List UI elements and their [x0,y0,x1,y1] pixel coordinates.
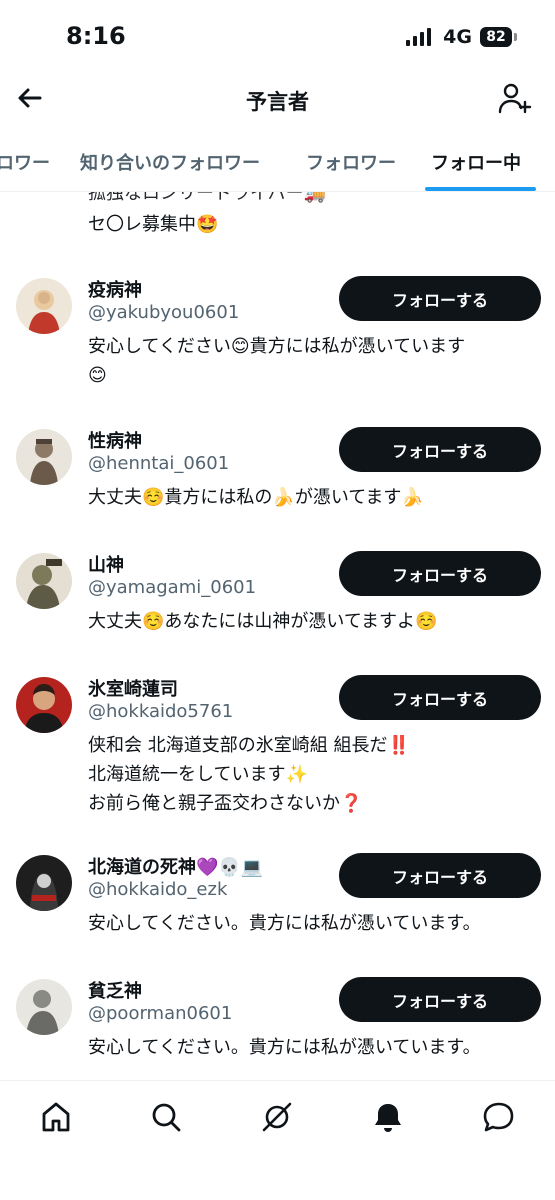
status-bar: 8:16 4G 82 [0,0,555,70]
user-bio: 安心してください😊貴方には私が憑いています 😊 [88,336,466,386]
man-portrait-avatar [16,677,72,733]
user-handle: @poorman0601 [88,1003,233,1024]
reaper-avatar [16,855,72,911]
avatar[interactable] [16,429,72,485]
header: 予言者 [0,70,555,128]
search-icon[interactable] [148,1099,184,1135]
following-list: 孤独なロンリードライバー🚚 セ〇レ募集中🤩 疫病神 @yakubyou0601 … [0,192,555,1080]
user-handle: @hokkaido5761 [88,701,234,722]
mountain-god-avatar [16,553,72,609]
avatar[interactable] [16,979,72,1035]
avatar[interactable] [16,855,72,911]
grok-icon[interactable] [259,1099,295,1135]
partial-bio: 孤独なロンリードライバー🚚 セ〇レ募集中🤩 [88,192,327,235]
user-handle: @hokkaido_ezk [88,879,228,900]
notifications-icon[interactable] [370,1099,406,1135]
user-name: 疫病神 [88,280,142,301]
battery-level: 82 [480,27,512,47]
active-tab-indicator [425,187,536,191]
tab-mutual-followers[interactable]: 知り合いのフォロワー [80,149,260,175]
bottom-nav [0,1080,555,1200]
user-handle: @yakubyou0601 [88,302,240,323]
tab-followers[interactable]: フォロワー [306,149,396,175]
user-name: 北海道の死神💜💀💻 [88,857,264,878]
tab-following[interactable]: フォロー中 [431,149,521,175]
statue-avatar [16,429,72,485]
add-user-button[interactable] [497,80,533,116]
follow-button[interactable]: フォローする [339,276,541,321]
avatar[interactable] [16,677,72,733]
avatar[interactable] [16,278,72,334]
battery-icon: 82 [480,27,517,47]
user-handle: @henntai_0601 [88,453,230,474]
messages-icon[interactable] [481,1099,517,1135]
user-name: 氷室崎蓮司 [88,679,178,700]
poverty-god-avatar [16,979,72,1035]
tab-bar: ロワー 知り合いのフォロワー フォロワー フォロー中 [0,130,555,192]
follow-button[interactable]: フォローする [339,551,541,596]
follow-button[interactable]: フォローする [339,427,541,472]
add-user-icon [498,83,532,114]
user-name: 貧乏神 [88,981,142,1002]
user-bio: 大丈夫☺️貴方には私の🍌が憑いてます🍌 [88,487,424,508]
user-name: 性病神 [88,431,142,452]
network-label: 4G [443,26,472,48]
user-bio: 大丈夫☺️あなたには山神が憑いてますよ☺️ [88,611,438,632]
home-icon[interactable] [38,1099,74,1135]
red-deity-avatar [16,278,72,334]
signal-icon [406,28,432,46]
user-bio: 安心してください。貴方には私が憑いています。 [88,1037,481,1058]
user-bio: 侠和会 北海道支部の氷室崎組 組長だ‼️ 北海道統一をしています✨ お前ら俺と親… [88,735,410,814]
follow-button[interactable]: フォローする [339,853,541,898]
user-bio: 安心してください。貴方には私が憑いています。 [88,913,481,934]
status-time: 8:16 [66,22,126,50]
tab-followers-partial[interactable]: ロワー [0,149,50,175]
user-name: 山神 [88,555,124,576]
avatar[interactable] [16,553,72,609]
page-title: 予言者 [246,90,309,114]
user-handle: @yamagami_0601 [88,577,257,598]
follow-button[interactable]: フォローする [339,675,541,720]
follow-button[interactable]: フォローする [339,977,541,1022]
status-indicators: 4G 82 [406,26,517,48]
